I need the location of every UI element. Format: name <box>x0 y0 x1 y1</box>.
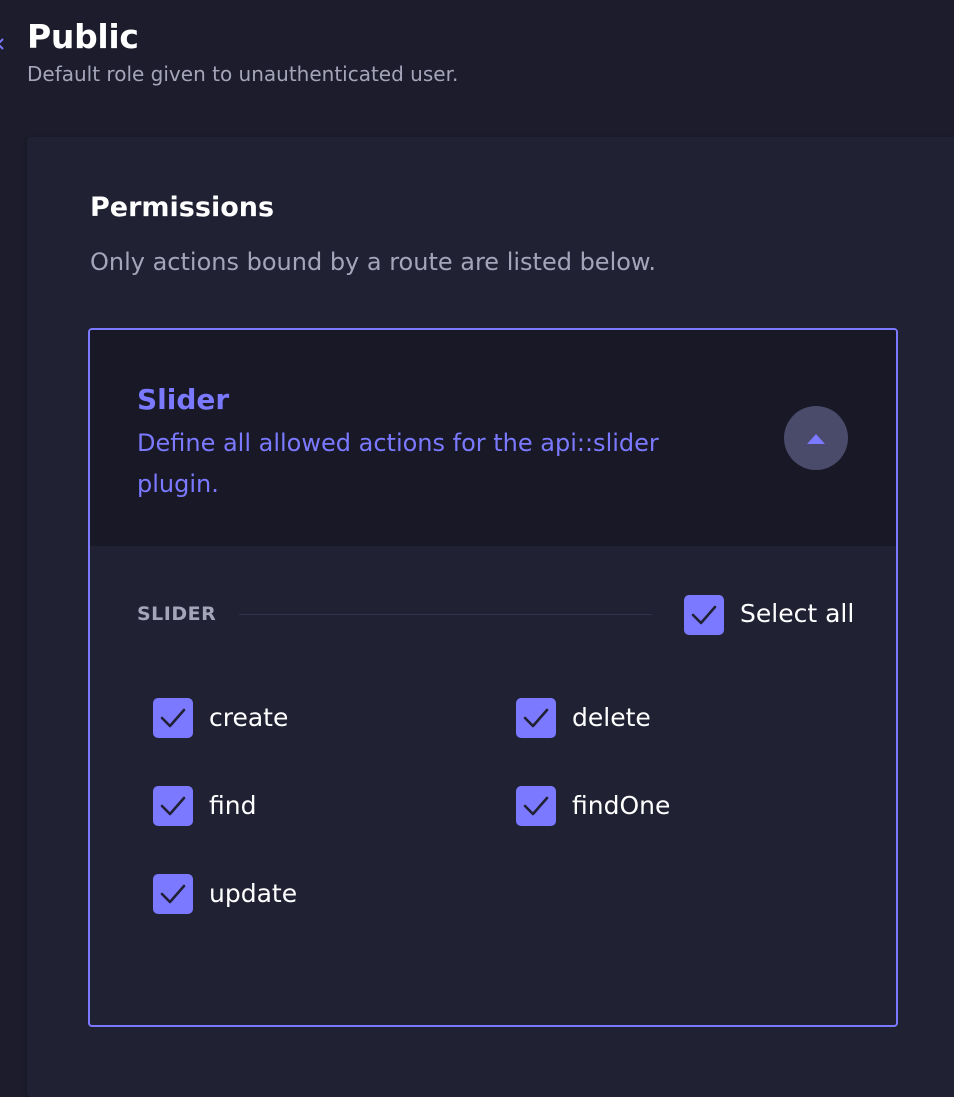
back-arrow-icon[interactable] <box>0 36 8 50</box>
collapse-button[interactable] <box>784 406 848 470</box>
checkbox-label-find[interactable]: find <box>209 791 256 820</box>
select-all-checkbox[interactable] <box>684 595 724 635</box>
checkbox-delete[interactable] <box>516 698 556 738</box>
checkbox-label-findone[interactable]: findOne <box>572 791 670 820</box>
select-all-label[interactable]: Select all <box>740 599 854 628</box>
checkbox-create[interactable] <box>153 698 193 738</box>
section-label: SLIDER <box>137 603 217 625</box>
permissions-panel: Permissions Only actions bound by a rout… <box>27 137 954 1097</box>
checkbox-label-create[interactable]: create <box>209 703 288 732</box>
checkbox-label-delete[interactable]: delete <box>572 703 651 732</box>
checkbox-update[interactable] <box>153 874 193 914</box>
page-subtitle: Default role given to unauthenticated us… <box>27 62 459 86</box>
checkbox-findone[interactable] <box>516 786 556 826</box>
page-title: Public <box>27 17 139 56</box>
chevron-up-icon <box>807 434 825 444</box>
checkbox-label-update[interactable]: update <box>209 879 297 908</box>
check-icon <box>160 708 186 728</box>
check-icon <box>523 708 549 728</box>
check-icon <box>691 605 717 625</box>
permissions-description: Only actions bound by a route are listed… <box>90 248 656 276</box>
permissions-title: Permissions <box>90 192 275 223</box>
accordion-title: Slider <box>137 383 230 416</box>
check-icon <box>160 796 186 816</box>
section-divider <box>239 614 652 615</box>
accordion-description: Define all allowed actions for the api::… <box>137 429 659 498</box>
check-icon <box>160 884 186 904</box>
checkbox-find[interactable] <box>153 786 193 826</box>
accordion-header[interactable]: Slider Define all allowed actions for th… <box>90 330 896 546</box>
slider-accordion: Slider Define all allowed actions for th… <box>88 328 898 1027</box>
check-icon <box>523 796 549 816</box>
